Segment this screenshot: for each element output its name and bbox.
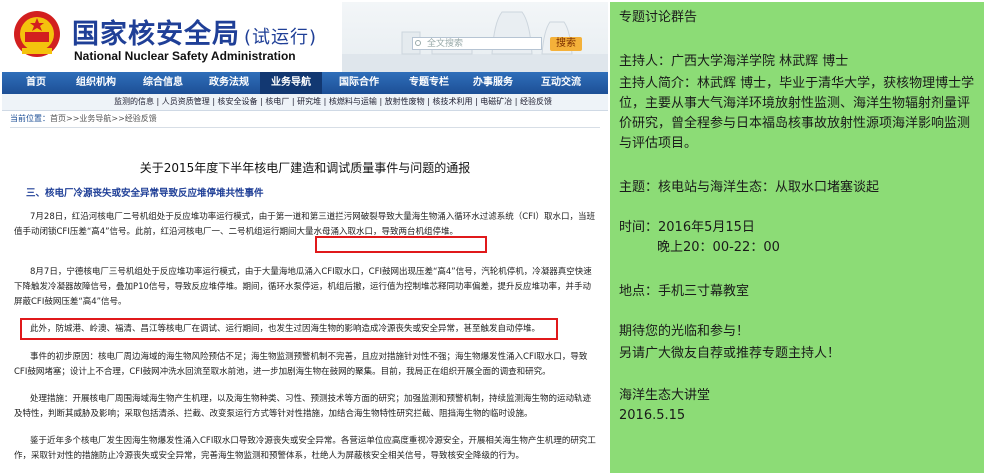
nav-organization[interactable]: 组织机构	[68, 72, 124, 94]
article-paragraph-1: 7月28日，红沿河核电厂二号机组处于反应堆功率运行模式，由于第一道和第三道拦污网…	[14, 212, 596, 237]
breadcrumb-label: 当前位置：	[10, 114, 50, 123]
main-nav: 首页 组织机构 综合信息 政务法规 业务导航 国际合作 专题专栏 办事服务 互动…	[2, 72, 608, 94]
nav-home[interactable]: 首页	[10, 72, 62, 94]
nav-business[interactable]: 业务导航	[260, 72, 322, 94]
announcement-time: 晚上20：00-22：00	[657, 240, 780, 255]
announcement-location: 地点：手机三寸幕教室	[619, 284, 750, 299]
nav-interaction[interactable]: 互动交流	[530, 72, 592, 94]
announcement-sign-date: 2016.5.15	[619, 408, 686, 423]
search-button[interactable]: 搜索	[550, 37, 582, 51]
site-title: 国家核安全局 (试运行)	[72, 19, 318, 50]
announcement-group-title: 专题讨论群告	[619, 10, 698, 25]
search-input[interactable]: 全文搜索	[412, 37, 542, 50]
sub-nav-links[interactable]: 监测的信息 | 人员资质管理 | 核安全设备 | 核电厂 | 研究堆 | 核燃料…	[114, 95, 552, 109]
page: 国家核安全局 (试运行) National Nuclear Safety Admi…	[0, 0, 986, 475]
announcement-topic: 主题：核电站与海洋生态：从取水口堵塞谈起	[619, 180, 880, 195]
site-subtitle: National Nuclear Safety Administration	[74, 49, 296, 63]
breadcrumb: 当前位置：首页>>业务导航>>经验反馈	[10, 113, 157, 124]
nav-services[interactable]: 办事服务	[464, 72, 522, 94]
article-paragraph-2: 8月7日，宁德核电厂三号机组处于反应堆功率运行模式，由于大量海地瓜涌入CFI取水…	[14, 267, 592, 307]
search-icon	[415, 40, 421, 46]
highlight-box-1	[315, 236, 487, 253]
announcement-invite: 期待您的光临和参与！	[619, 324, 750, 339]
divider	[10, 127, 600, 128]
sub-nav: 监测的信息 | 人员资质管理 | 核安全设备 | 核电厂 | 研究堆 | 核燃料…	[2, 94, 608, 111]
nav-special[interactable]: 专题专栏	[400, 72, 458, 94]
announcement-date: 时间：2016年5月15日	[619, 220, 755, 235]
nav-international[interactable]: 国际合作	[328, 72, 390, 94]
announcement-organizer: 海洋生态大讲堂	[619, 388, 711, 403]
announcement-host: 主持人：广西大学海洋学院 林武辉 博士	[619, 54, 849, 69]
national-emblem-logo	[14, 11, 60, 57]
section-heading: 三、核电厂冷源丧失或安全异常导致反应堆停堆共性事件	[26, 188, 264, 199]
site-header: 国家核安全局 (试运行) National Nuclear Safety Admi…	[2, 2, 608, 72]
article-paragraph-6: 鉴于近年多个核电厂发生因海生物爆发性涌入CFI取水口导致冷源丧失或安全异常。各营…	[14, 436, 596, 461]
article-title: 关于2015年度下半年核电厂建造和调试质量事件与问题的通报	[139, 161, 471, 175]
announcement-host-bio: 主持人简介：林武辉 博士，毕业于清华大学，获核物理博士学位，主要从事大气海洋环境…	[619, 76, 975, 151]
announcement-panel: 专题讨论群告 主持人：广西大学海洋学院 林武辉 博士 主持人简介：林武辉 博士，…	[610, 2, 984, 473]
announcement-recruit: 另请广大微友自荐或推荐专题主持人！	[619, 346, 841, 361]
article-paragraph-5: 处理措施：开展核电厂周围海域海生物产生机理，以及海生物种类、习性、预测技术等方面…	[14, 394, 592, 419]
highlight-box-2	[20, 318, 558, 340]
website-screenshot: 国家核安全局 (试运行) National Nuclear Safety Admi…	[2, 2, 608, 473]
nav-policy[interactable]: 政务法规	[198, 72, 260, 94]
nav-info[interactable]: 综合信息	[132, 72, 194, 94]
breadcrumb-path[interactable]: 首页>>业务导航>>经验反馈	[50, 114, 157, 123]
article-paragraph-4: 事件的初步原因：核电厂周边海域的海生物风险预估不足；海生物监测预警机制不完善，且…	[14, 352, 588, 377]
